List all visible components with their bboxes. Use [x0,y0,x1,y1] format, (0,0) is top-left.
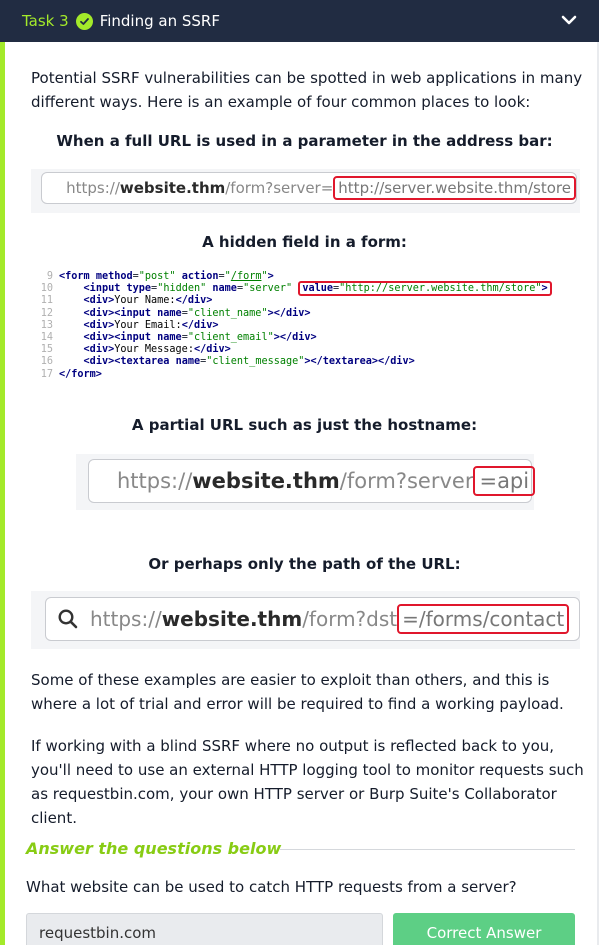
url-path: /form?dst [302,607,398,631]
url-scheme: https:// [66,179,120,197]
url-host: website.thm [161,607,303,631]
form-code-snippet: 9 <form method="post" action="/form"> 10 … [37,271,577,381]
example3-address-bar: https://website.thm/form?server =api [88,459,536,503]
search-icon [58,609,78,629]
task-header[interactable]: Task 3 Finding an SSRF [0,0,599,42]
example4-address-bar: https://website.thm/form?dst =/forms/cont… [45,597,580,641]
url-highlight: http://server.website.thm/store [333,176,576,200]
answers-title: Answer the questions below [26,839,282,858]
task-number: Task 3 [22,12,69,30]
para-trial-error: Some of these examples are easier to exp… [31,671,564,713]
intro-text: Potential SSRF vulnerabilities can be sp… [31,69,583,111]
code-highlight: value="http://server.website.thm/store"> [298,281,552,297]
example4-image: https://website.thm/form?dst =/forms/cont… [31,591,580,649]
url-scheme: https:// [90,607,162,631]
task-title: Finding an SSRF [99,12,220,30]
url-host: website.thm [119,179,226,197]
url-scheme: https:// [117,469,193,493]
url-highlight: =api [473,466,536,496]
url-host: website.thm [192,469,340,493]
example4-heading: Or perhaps only the path of the URL: [148,555,461,573]
url-path: /form?server [339,469,474,493]
correct-answer-button[interactable]: Correct Answer [393,913,575,945]
para-blind-ssrf: If working with a blind SSRF where no ou… [31,737,584,827]
url-highlight: =/forms/contact [397,604,570,634]
question-text: What website can be used to catch HTTP r… [26,878,517,896]
example2-heading: A hidden field in a form: [202,233,407,251]
url-path: /form?server= [225,179,334,197]
example1-image: https://website.thm/form?server= http://s… [31,169,580,213]
answers-divider [280,849,575,850]
chevron-down-icon[interactable] [559,10,579,30]
example1-address-bar: https://website.thm/form?server= http://s… [41,172,577,204]
task-card: Potential SSRF vulnerabilities can be sp… [0,42,599,945]
example3-image: https://website.thm/form?server =api [76,454,536,510]
example1-heading: When a full URL is used in a parameter i… [56,132,553,150]
example3-heading: A partial URL such as just the hostname: [131,416,478,434]
answer-input[interactable]: requestbin.com [26,913,383,945]
check-circle-icon [75,12,93,30]
